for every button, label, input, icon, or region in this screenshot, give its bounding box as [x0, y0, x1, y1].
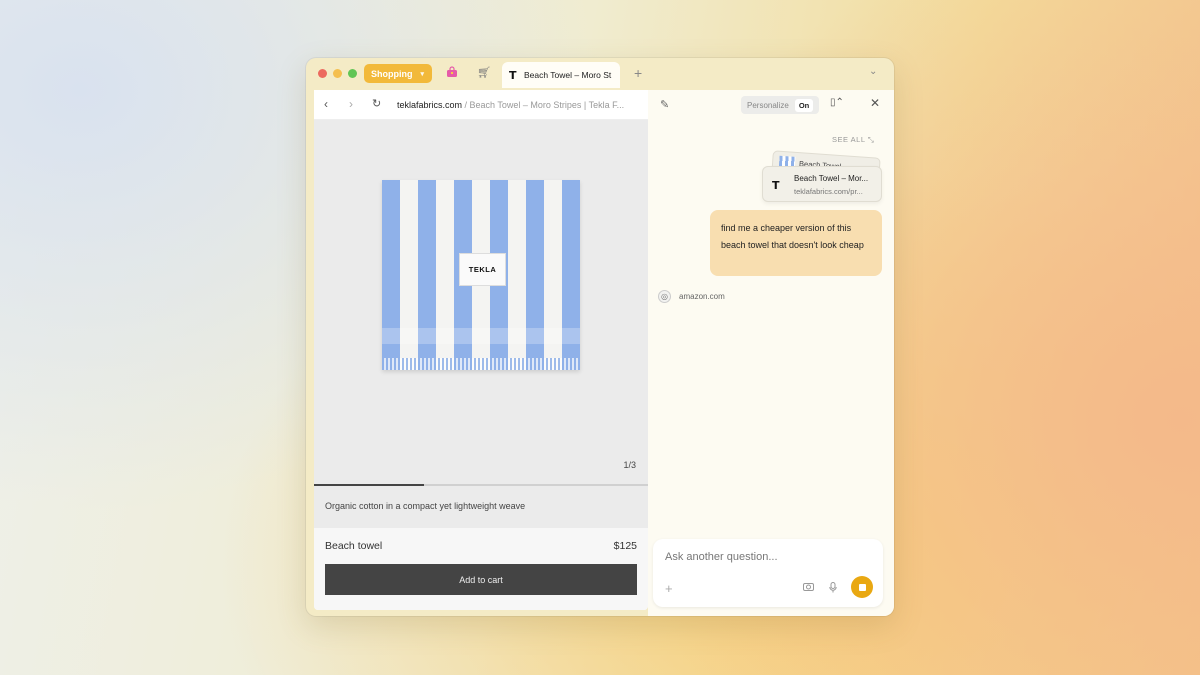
url-bar: ‹ › ↻ teklafabrics.com / Beach Towel – M… — [314, 90, 648, 120]
towel-band — [382, 328, 580, 344]
see-all-link[interactable]: SEE ALL ⤡ — [832, 135, 874, 145]
stop-generating-button[interactable] — [851, 576, 873, 598]
chat-input-box: + — [653, 539, 883, 607]
personalize-state: On — [794, 98, 814, 112]
assistant-header: ✎︎ Personalize On ▯⌃ ✕ — [648, 90, 894, 120]
tekla-logo-icon: T — [509, 68, 517, 82]
url-domain: teklafabrics.com — [397, 100, 463, 110]
product-price: $125 — [613, 540, 637, 552]
assistant-panel: ✎︎ Personalize On ▯⌃ ✕ SEE ALL ⤡ Beach T… — [648, 90, 894, 616]
tab-beach-towel[interactable]: T Beach Towel – Moro St — [502, 62, 620, 88]
camera-icon[interactable] — [803, 582, 814, 594]
context-card-title: Beach Towel – Mor... — [794, 174, 869, 183]
shopping-bag-icon[interactable] — [445, 66, 459, 80]
tekla-logo-icon: T — [772, 179, 780, 192]
browser-window: Shopping ▾ 🛒︎ T Beach Towel – Moro St + … — [306, 58, 894, 616]
new-tab-button[interactable]: + — [634, 65, 642, 81]
towel-fringe — [382, 358, 580, 370]
personalize-toggle[interactable]: Personalize On — [741, 96, 819, 114]
reload-icon[interactable]: ↻ — [372, 97, 381, 111]
space-label: Shopping — [371, 68, 413, 79]
context-card[interactable]: T Beach Towel – Mor... teklafabrics.com/… — [762, 166, 882, 202]
see-all-label: SEE ALL — [832, 135, 866, 144]
product-image-carousel[interactable]: TEKLA 1/3 — [314, 120, 648, 484]
product-description-row: Organic cotton in a compact yet lightwei… — [314, 486, 648, 528]
add-to-cart-button[interactable]: Add to cart — [325, 564, 637, 595]
ask-input[interactable] — [665, 551, 865, 563]
address-field[interactable]: teklafabrics.com / Beach Towel – Moro St… — [397, 100, 642, 110]
source-item[interactable]: ◎ amazon.com — [658, 290, 725, 303]
chevron-down-icon[interactable]: ⌄ — [869, 66, 877, 77]
web-page-pane: ‹ › ↻ teklafabrics.com / Beach Towel – M… — [314, 90, 648, 610]
towel-brand-label: TEKLA — [459, 253, 506, 286]
tab-title: Beach Towel – Moro St — [524, 70, 612, 80]
tab-bar: Shopping ▾ 🛒︎ T Beach Towel – Moro St + … — [306, 58, 894, 90]
user-message-bubble: find me a cheaper version of this beach … — [710, 210, 882, 276]
product-image: TEKLA — [382, 180, 580, 370]
image-counter: 1/3 — [623, 460, 636, 470]
back-arrow-icon[interactable]: ‹ — [324, 97, 328, 111]
globe-icon: ◎ — [658, 290, 671, 303]
personalize-label: Personalize — [747, 100, 789, 110]
close-icon[interactable]: ✕ — [870, 96, 880, 110]
compose-icon[interactable]: ✎︎ — [660, 98, 669, 111]
space-selector[interactable]: Shopping ▾ — [364, 64, 432, 83]
close-window-button[interactable] — [318, 69, 327, 78]
add-attachment-icon[interactable]: + — [665, 581, 673, 596]
minimize-window-button[interactable] — [333, 69, 342, 78]
microphone-icon[interactable] — [829, 582, 837, 596]
forward-arrow-icon[interactable]: › — [349, 97, 353, 111]
cart-icon[interactable]: 🛒︎ — [477, 66, 491, 80]
product-name: Beach towel — [325, 540, 383, 552]
source-domain: amazon.com — [679, 292, 725, 301]
sidebar-layout-icon[interactable]: ▯⌃ — [830, 97, 844, 108]
product-description: Organic cotton in a compact yet lightwei… — [325, 501, 526, 511]
context-card-url: teklafabrics.com/pr... — [794, 187, 863, 196]
stop-icon — [858, 583, 866, 591]
maximize-window-button[interactable] — [348, 69, 357, 78]
url-path: / Beach Towel – Moro Stripes | Tekla F..… — [462, 100, 625, 110]
purchase-panel: Beach towel $125 Add to cart — [314, 528, 648, 610]
chevron-down-icon: ▾ — [420, 70, 425, 78]
